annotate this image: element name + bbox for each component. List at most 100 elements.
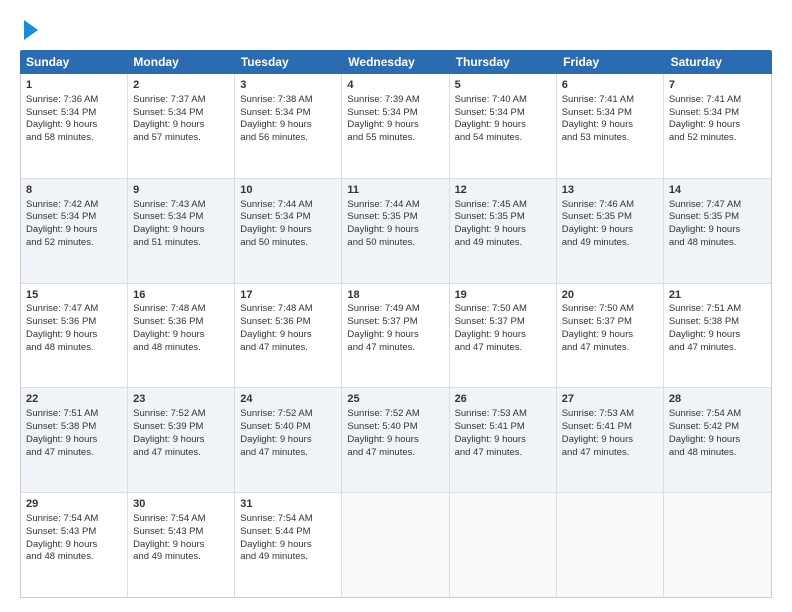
calendar-day-30: 30Sunrise: 7:54 AMSunset: 5:43 PMDayligh… (128, 493, 235, 597)
calendar-day-26: 26Sunrise: 7:53 AMSunset: 5:41 PMDayligh… (450, 388, 557, 492)
day-number: 7 (669, 78, 766, 93)
day-detail: Sunset: 5:43 PM (133, 526, 229, 539)
day-number: 27 (562, 392, 658, 407)
day-detail: Daylight: 9 hours (347, 329, 443, 342)
day-detail: Sunset: 5:42 PM (669, 421, 766, 434)
day-detail: Daylight: 9 hours (240, 329, 336, 342)
day-number: 28 (669, 392, 766, 407)
day-detail: Sunrise: 7:48 AM (240, 303, 336, 316)
day-detail: and 49 minutes. (562, 237, 658, 250)
day-detail: Sunrise: 7:51 AM (26, 408, 122, 421)
day-detail: Sunset: 5:34 PM (562, 107, 658, 120)
day-number: 29 (26, 497, 122, 512)
day-detail: Daylight: 9 hours (455, 119, 551, 132)
day-detail: Sunset: 5:34 PM (26, 211, 122, 224)
day-detail: Sunrise: 7:53 AM (562, 408, 658, 421)
day-detail: Sunset: 5:39 PM (133, 421, 229, 434)
day-detail: Sunset: 5:43 PM (26, 526, 122, 539)
day-number: 8 (26, 183, 122, 198)
calendar-day-20: 20Sunrise: 7:50 AMSunset: 5:37 PMDayligh… (557, 284, 664, 388)
day-detail: Sunset: 5:34 PM (133, 211, 229, 224)
day-detail: Daylight: 9 hours (347, 224, 443, 237)
calendar-body: 1Sunrise: 7:36 AMSunset: 5:34 PMDaylight… (20, 74, 772, 598)
day-detail: and 47 minutes. (240, 342, 336, 355)
day-number: 31 (240, 497, 336, 512)
day-detail: and 58 minutes. (26, 132, 122, 145)
day-detail: Daylight: 9 hours (26, 224, 122, 237)
day-detail: Daylight: 9 hours (562, 329, 658, 342)
day-detail: Sunrise: 7:53 AM (455, 408, 551, 421)
day-detail: Sunset: 5:34 PM (347, 107, 443, 120)
header-day-tuesday: Tuesday (235, 50, 342, 74)
day-detail: and 54 minutes. (455, 132, 551, 145)
day-detail: Daylight: 9 hours (133, 329, 229, 342)
day-number: 14 (669, 183, 766, 198)
day-detail: and 47 minutes. (347, 342, 443, 355)
day-number: 15 (26, 288, 122, 303)
logo (20, 22, 38, 40)
day-detail: Sunrise: 7:44 AM (347, 199, 443, 212)
day-detail: Sunrise: 7:40 AM (455, 94, 551, 107)
day-number: 30 (133, 497, 229, 512)
day-detail: and 56 minutes. (240, 132, 336, 145)
day-detail: Daylight: 9 hours (26, 119, 122, 132)
day-number: 19 (455, 288, 551, 303)
day-detail: Sunrise: 7:43 AM (133, 199, 229, 212)
day-detail: Sunrise: 7:45 AM (455, 199, 551, 212)
day-detail: Sunset: 5:36 PM (26, 316, 122, 329)
day-detail: Daylight: 9 hours (669, 119, 766, 132)
header-day-saturday: Saturday (665, 50, 772, 74)
day-detail: Daylight: 9 hours (669, 434, 766, 447)
day-detail: Sunset: 5:34 PM (669, 107, 766, 120)
day-detail: Sunset: 5:37 PM (562, 316, 658, 329)
day-number: 1 (26, 78, 122, 93)
day-detail: Sunrise: 7:39 AM (347, 94, 443, 107)
calendar-row-4: 22Sunrise: 7:51 AMSunset: 5:38 PMDayligh… (21, 388, 771, 493)
calendar-day-23: 23Sunrise: 7:52 AMSunset: 5:39 PMDayligh… (128, 388, 235, 492)
header-day-wednesday: Wednesday (342, 50, 449, 74)
calendar-day-31: 31Sunrise: 7:54 AMSunset: 5:44 PMDayligh… (235, 493, 342, 597)
day-detail: Sunrise: 7:54 AM (133, 513, 229, 526)
day-number: 17 (240, 288, 336, 303)
day-detail: Daylight: 9 hours (455, 224, 551, 237)
day-detail: and 55 minutes. (347, 132, 443, 145)
day-detail: and 51 minutes. (133, 237, 229, 250)
day-detail: Sunset: 5:34 PM (240, 211, 336, 224)
day-detail: Sunset: 5:40 PM (347, 421, 443, 434)
day-detail: Sunset: 5:34 PM (26, 107, 122, 120)
day-detail: Sunset: 5:34 PM (133, 107, 229, 120)
day-detail: Daylight: 9 hours (562, 224, 658, 237)
day-detail: Sunrise: 7:52 AM (240, 408, 336, 421)
day-number: 16 (133, 288, 229, 303)
day-detail: Sunrise: 7:54 AM (26, 513, 122, 526)
day-detail: and 47 minutes. (240, 447, 336, 460)
day-detail: Daylight: 9 hours (26, 434, 122, 447)
day-detail: Sunrise: 7:41 AM (669, 94, 766, 107)
day-detail: Sunset: 5:35 PM (562, 211, 658, 224)
calendar-day-6: 6Sunrise: 7:41 AMSunset: 5:34 PMDaylight… (557, 74, 664, 178)
calendar-day-15: 15Sunrise: 7:47 AMSunset: 5:36 PMDayligh… (21, 284, 128, 388)
calendar-day-1: 1Sunrise: 7:36 AMSunset: 5:34 PMDaylight… (21, 74, 128, 178)
day-detail: and 47 minutes. (133, 447, 229, 460)
day-detail: and 49 minutes. (455, 237, 551, 250)
day-detail: Daylight: 9 hours (240, 119, 336, 132)
day-number: 9 (133, 183, 229, 198)
day-detail: and 49 minutes. (240, 551, 336, 564)
calendar-day-21: 21Sunrise: 7:51 AMSunset: 5:38 PMDayligh… (664, 284, 771, 388)
day-detail: Sunrise: 7:37 AM (133, 94, 229, 107)
calendar-day-9: 9Sunrise: 7:43 AMSunset: 5:34 PMDaylight… (128, 179, 235, 283)
calendar-day-5: 5Sunrise: 7:40 AMSunset: 5:34 PMDaylight… (450, 74, 557, 178)
day-number: 13 (562, 183, 658, 198)
day-detail: Sunrise: 7:48 AM (133, 303, 229, 316)
day-detail: and 47 minutes. (347, 447, 443, 460)
calendar-row-3: 15Sunrise: 7:47 AMSunset: 5:36 PMDayligh… (21, 284, 771, 389)
calendar: SundayMondayTuesdayWednesdayThursdayFrid… (20, 50, 772, 598)
day-detail: and 47 minutes. (26, 447, 122, 460)
day-detail: and 52 minutes. (26, 237, 122, 250)
day-detail: Sunrise: 7:46 AM (562, 199, 658, 212)
day-detail: Sunrise: 7:42 AM (26, 199, 122, 212)
day-number: 12 (455, 183, 551, 198)
header-day-monday: Monday (127, 50, 234, 74)
day-detail: Daylight: 9 hours (562, 119, 658, 132)
day-detail: Sunrise: 7:54 AM (669, 408, 766, 421)
